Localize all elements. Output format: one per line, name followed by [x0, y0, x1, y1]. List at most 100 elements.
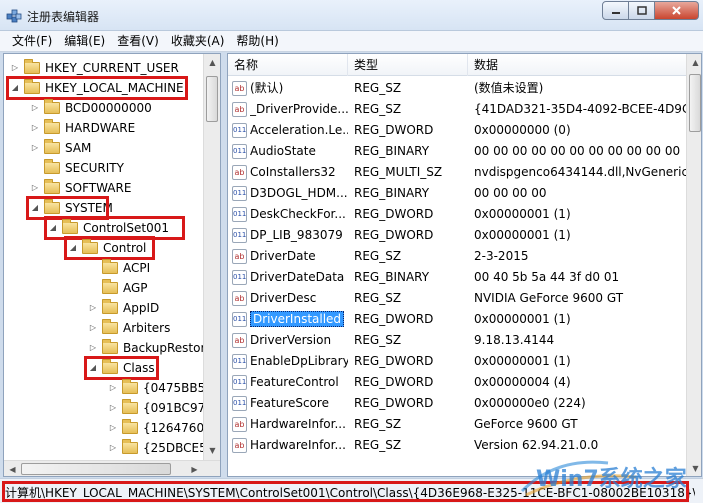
maximize-button[interactable]	[629, 1, 655, 20]
value-type: REG_MULTI_SZ	[354, 165, 443, 179]
list-item[interactable]: ab DriverDesc REG_SZ NVIDIA GeForce 9600 GT	[228, 288, 688, 309]
value-name-text: DriverDesc	[250, 291, 317, 305]
list-item[interactable]: 011 AudioState REG_BINARY 00 00 00 00 00 00…	[228, 141, 688, 162]
tree-hscrollbar[interactable]: ◀ ▶	[4, 460, 220, 476]
expand-icon[interactable]: ▷	[108, 443, 118, 453]
expand-icon[interactable]: ▷	[88, 323, 98, 333]
folder-icon	[122, 439, 138, 454]
value-name-text: DeskCheckFor...	[250, 207, 346, 221]
list-item[interactable]: ab CoInstallers32 REG_MULTI_SZ nvdispgenco6…	[228, 162, 688, 183]
column-type[interactable]: 类型	[348, 54, 468, 76]
menu-edit[interactable]: 编辑(E)	[58, 32, 111, 51]
value-name-text: HardwareInfor...	[250, 438, 346, 452]
scroll-up-icon[interactable]: ▲	[688, 55, 701, 70]
binary-value-icon: 011	[232, 375, 247, 390]
scroll-up-icon[interactable]: ▲	[205, 55, 220, 70]
list-item[interactable]: ab (默认) REG_SZ (数值未设置)	[228, 78, 688, 99]
list-item[interactable]: 011 Acceleration.Le... REG_DWORD 0x00000000…	[228, 120, 688, 141]
list-item[interactable]: ab DriverVersion REG_SZ 9.18.13.4144	[228, 330, 688, 351]
close-button[interactable]	[655, 1, 699, 20]
expand-icon[interactable]: ▷	[88, 303, 98, 313]
tree-node[interactable]: ▷ HARDWARE	[30, 118, 135, 138]
value-data: NVIDIA GeForce 9600 GT	[474, 291, 624, 305]
list-item[interactable]: 011 DriverDateData REG_BINARY 00 40 5b 5a 4…	[228, 267, 688, 288]
expand-icon[interactable]: ▷	[88, 343, 98, 353]
string-value-icon: ab	[232, 102, 247, 117]
menu-view[interactable]: 查看(V)	[111, 32, 165, 51]
tree-node[interactable]: ▷ SAM	[30, 138, 91, 158]
scroll-thumb[interactable]	[689, 74, 701, 132]
tree-node[interactable]: ▷ AppID	[88, 298, 159, 318]
menu-favorites[interactable]: 收藏夹(A)	[165, 32, 231, 51]
value-data: 0x00000001 (1)	[474, 312, 571, 326]
scroll-thumb[interactable]	[206, 76, 218, 122]
values-list[interactable]: 名称 类型 数据 ab (默认) REG_SZ (数值未设置) ab _DriverPro…	[227, 53, 702, 477]
tree-node-label: BCD00000000	[65, 101, 152, 115]
binary-value-icon: 011	[232, 396, 247, 411]
expand-icon[interactable]: ▷	[30, 123, 40, 133]
expand-icon[interactable]: ▷	[108, 403, 118, 413]
folder-icon	[44, 179, 60, 194]
list-item[interactable]: 011 DeskCheckFor... REG_DWORD 0x00000001 (1…	[228, 204, 688, 225]
list-item[interactable]: ab HardwareInfor... REG_SZ GeForce 9600 GT	[228, 414, 688, 435]
tree-node[interactable]: AGP	[88, 278, 148, 298]
value-name: DriverDesc	[250, 288, 348, 309]
binary-value-icon: 011	[232, 228, 247, 243]
list-item[interactable]: 011 DriverInstalled REG_DWORD 0x00000001 (1…	[228, 309, 688, 330]
value-name-text: (默认)	[250, 81, 284, 95]
tree-node[interactable]: ▷ Arbiters	[88, 318, 170, 338]
list-item[interactable]: ab DriverDate REG_SZ 2-3-2015	[228, 246, 688, 267]
expand-icon[interactable]: ▷	[30, 103, 40, 113]
column-data[interactable]: 数据	[468, 54, 688, 76]
string-value-icon: ab	[232, 438, 247, 453]
maximize-icon	[636, 5, 647, 15]
list-item[interactable]: ab _DriverProvide... REG_SZ {41DAD321-35D4-…	[228, 99, 688, 120]
list-item[interactable]: 011 FeatureControl REG_DWORD 0x00000004 (4)	[228, 372, 688, 393]
menu-help[interactable]: 帮助(H)	[230, 32, 284, 51]
scroll-down-icon[interactable]: ▼	[205, 443, 220, 458]
scroll-right-icon[interactable]: ▶	[187, 462, 202, 476]
annotation-highlight-box	[84, 356, 159, 380]
expand-icon[interactable]: ▷	[10, 63, 20, 73]
annotation-highlight-box	[6, 76, 188, 100]
column-name[interactable]: 名称	[228, 54, 348, 76]
minimize-button[interactable]	[602, 1, 629, 20]
list-item[interactable]: 011 DP_LIB_983079 REG_DWORD 0x00000001 (1)	[228, 225, 688, 246]
tree-node[interactable]: ACPI	[88, 258, 150, 278]
expand-icon[interactable]: ▷	[30, 183, 40, 193]
tree-node[interactable]: ▷ BackupRestore	[88, 338, 213, 358]
list-item[interactable]: 011 D3DOGL_HDM... REG_BINARY 00 00 00 00	[228, 183, 688, 204]
list-scrollbar[interactable]: ▲ ▼	[686, 54, 701, 476]
binary-value-icon: 011	[232, 144, 247, 159]
value-name: DriverVersion	[250, 330, 348, 351]
value-name: CoInstallers32	[250, 162, 348, 183]
tree-scrollbar[interactable]: ▲ ▼	[203, 54, 220, 460]
value-type: REG_DWORD	[354, 375, 434, 389]
menu-file[interactable]: 文件(F)	[6, 32, 58, 51]
tree-node[interactable]: ▷ HKEY_CURRENT_USER	[10, 58, 179, 78]
expand-icon[interactable]: ▷	[108, 383, 118, 393]
tree-node[interactable]: SECURITY	[30, 158, 124, 178]
value-name: D3DOGL_HDM...	[250, 183, 348, 204]
expand-icon[interactable]: ▷	[30, 143, 40, 153]
value-type: REG_DWORD	[354, 123, 434, 137]
value-data: 0x00000001 (1)	[474, 354, 571, 368]
hscroll-thumb[interactable]	[21, 463, 171, 475]
value-name-text: FeatureControl	[250, 375, 339, 389]
scroll-left-icon[interactable]: ◀	[5, 462, 20, 476]
registry-tree[interactable]: ▷ HKEY_CURRENT_USER ◢ HKEY_LOCAL_MACHINE ▷ BC…	[3, 53, 221, 477]
list-item[interactable]: 011 EnableDpLibrary REG_DWORD 0x00000001 (1…	[228, 351, 688, 372]
tree-node-label: Arbiters	[123, 321, 171, 335]
value-name-text: DP_LIB_983079	[250, 228, 343, 242]
binary-value-icon: 011	[232, 207, 247, 222]
value-name-text: DriverVersion	[250, 333, 332, 347]
value-name: Acceleration.Le...	[250, 120, 348, 141]
expand-icon[interactable]: ▷	[108, 423, 118, 433]
tree-node[interactable]: ▷ SOFTWARE	[30, 178, 131, 198]
binary-value-icon: 011	[232, 186, 247, 201]
list-item[interactable]: 011 FeatureScore REG_DWORD 0x000000e0 (224)	[228, 393, 688, 414]
value-data: 2-3-2015	[474, 249, 529, 263]
folder-icon	[102, 259, 118, 274]
tree-node[interactable]: ▷ BCD00000000	[30, 98, 152, 118]
